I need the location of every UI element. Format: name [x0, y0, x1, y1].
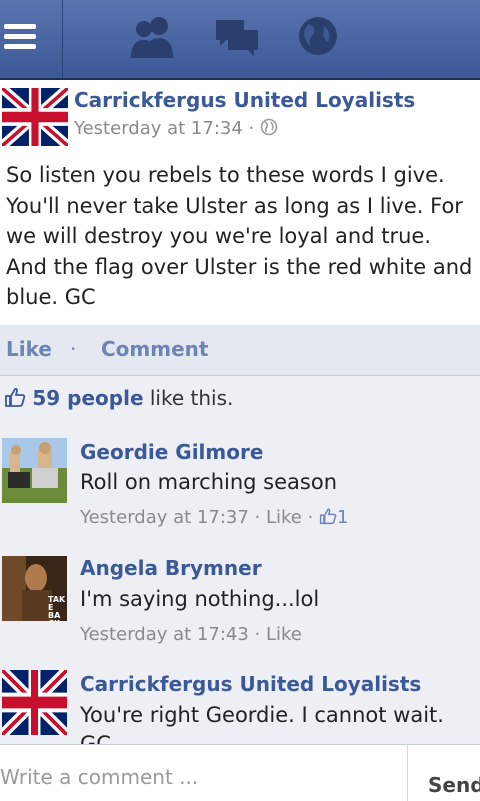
comment-meta: Yesterday at 17:43 · Like [80, 624, 302, 645]
send-button[interactable]: Send [407, 745, 480, 801]
union-jack-avatar[interactable] [2, 670, 67, 735]
comment-meta-separator: · [301, 507, 320, 528]
comment-composer: Send [0, 744, 480, 801]
menu-icon[interactable] [0, 0, 63, 78]
comment-author[interactable]: Angela Brymner [80, 556, 262, 580]
comment-text: You're right Geordie. I cannot wait. [80, 703, 444, 727]
post-timestamp: Yesterday at 17:34 · [74, 118, 278, 139]
send-label: Send [428, 773, 480, 797]
likes-count[interactable]: 59 people [32, 386, 143, 410]
comment-time: Yesterday at 17:43 · [80, 624, 266, 645]
comment-like-count[interactable]: 1 [337, 507, 348, 528]
comment-button[interactable]: Comment [101, 337, 208, 361]
comment-time: Yesterday at 17:37 · [80, 507, 266, 528]
union-jack-avatar[interactable] [0, 83, 70, 151]
comment-like-link[interactable]: Like [266, 507, 302, 528]
comment-text-continued: GC [80, 732, 111, 744]
comment-input[interactable] [0, 759, 395, 795]
likes-suffix: like this. [143, 386, 234, 410]
comment-author[interactable]: Carrickfergus United Loyalists [80, 672, 421, 696]
thumbs-up-icon [5, 387, 26, 407]
messages-icon[interactable] [214, 14, 260, 62]
post-text: So listen you rebels to these words I gi… [6, 163, 473, 309]
like-button[interactable]: Like [6, 337, 52, 361]
comments-section: 59 people like this. Geordie Gilmore Rol… [0, 376, 480, 744]
thumbs-up-icon [319, 508, 337, 525]
post-author-name[interactable]: Carrickfergus United Loyalists [74, 88, 415, 112]
globe-icon [260, 118, 278, 136]
avatar[interactable] [2, 438, 67, 503]
comment-meta: Yesterday at 17:37 · Like · 1 [80, 507, 348, 528]
comment-author[interactable]: Geordie Gilmore [80, 440, 263, 464]
comment-text: Roll on marching season [80, 470, 338, 494]
avatar-caption: TAKE BACK THE [48, 595, 66, 622]
post-actions-bar: Like · Comment [0, 325, 480, 376]
comment-like-link[interactable]: Like [266, 624, 302, 645]
post: Carrickfergus United Loyalists Yesterday… [0, 80, 480, 325]
comment-text: I'm saying nothing...lol [80, 587, 320, 611]
likes-summary[interactable]: 59 people like this. [4, 386, 233, 410]
post-time-text: Yesterday at 17:34 · [74, 118, 255, 139]
action-separator: · [70, 337, 77, 361]
avatar[interactable]: TAKE BACK THE [2, 556, 67, 621]
top-navigation-bar [0, 0, 480, 80]
friend-requests-icon[interactable] [128, 14, 178, 64]
notifications-globe-icon[interactable] [296, 14, 340, 62]
